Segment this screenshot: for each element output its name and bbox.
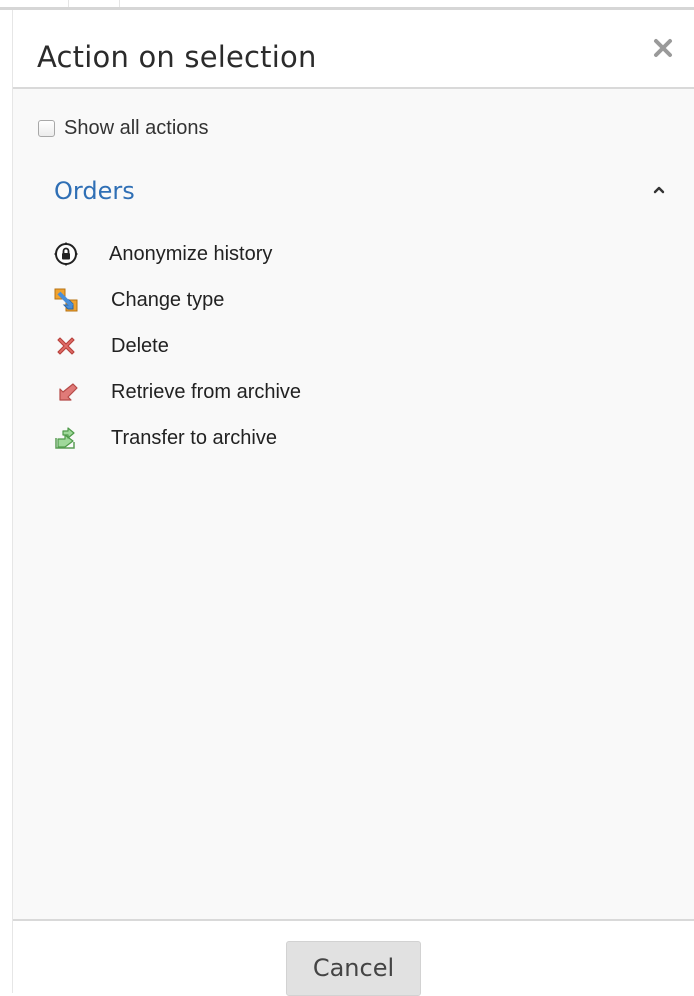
background-tab-edge [68,0,120,7]
cancel-button[interactable]: Cancel [286,941,421,996]
action-retrieve-from-archive[interactable]: Retrieve from archive [53,369,301,415]
action-label: Retrieve from archive [111,380,302,403]
dialog-body: Show all actions Orders Anonymize histor… [13,89,694,919]
orders-group-header[interactable]: Orders [54,175,666,209]
delete-x-icon [57,337,75,355]
close-button[interactable] [649,34,677,62]
dialog-title: Action on selection [37,40,317,74]
show-all-actions-option[interactable]: Show all actions [38,117,209,140]
retrieve-arrow-icon [59,383,78,401]
action-delete[interactable]: Delete [53,323,301,369]
chevron-up-icon[interactable] [652,185,666,195]
orders-group-title: Orders [54,177,135,205]
action-label: Transfer to archive [111,426,277,449]
dialog-footer: Cancel [13,919,694,996]
action-change-type[interactable]: Change type [53,277,301,323]
close-icon [654,39,672,57]
background-window-strip [0,0,694,10]
show-all-actions-label: Show all actions [64,117,209,139]
action-label: Change type [111,288,225,311]
anonymize-lock-icon [54,242,78,266]
show-all-actions-checkbox[interactable] [38,120,55,137]
action-transfer-to-archive[interactable]: Transfer to archive [53,415,301,461]
action-anonymize-history[interactable]: Anonymize history [53,231,301,277]
action-list: Anonymize history Change type Delete Ret… [53,231,301,461]
change-type-icon [54,288,78,312]
action-label: Anonymize history [109,242,273,265]
action-label: Delete [111,334,169,357]
dialog-header: Action on selection [13,10,694,89]
transfer-arrow-icon [55,427,75,449]
action-dialog: Action on selection Show all actions Ord… [12,10,694,996]
